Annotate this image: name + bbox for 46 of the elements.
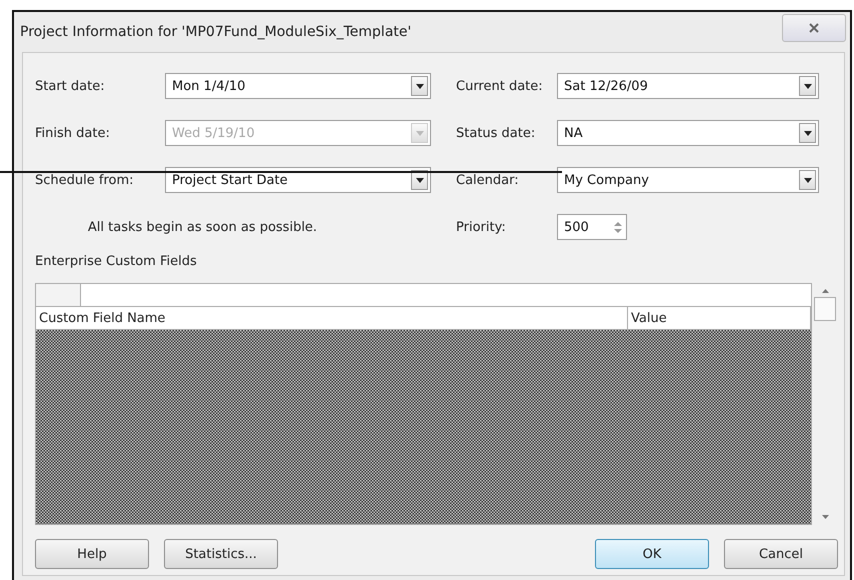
field-label: Calendar: — [455, 172, 520, 188]
schedule-note: All tasks begin as soon as possible. — [86, 220, 318, 234]
field-value: My Company — [563, 172, 650, 188]
column-header: Value — [628, 307, 812, 329]
caret-icon — [804, 130, 812, 136]
field-value: 500 — [563, 220, 590, 234]
section-label: Enterprise Custom Fields — [35, 254, 198, 269]
field-label: Schedule from: — [35, 172, 135, 188]
dialog-button[interactable]: Help — [35, 539, 149, 569]
caret-icon — [416, 130, 424, 136]
caret-icon — [804, 178, 812, 182]
scroll-up-icon[interactable] — [822, 289, 829, 293]
field-label: Current date: — [455, 78, 544, 94]
field-value: Project Start Date — [171, 172, 289, 188]
scroll-thumb[interactable] — [814, 297, 836, 321]
dialog-button[interactable]: Statistics... — [164, 539, 278, 569]
field-value: Mon 1/4/10 — [171, 78, 246, 94]
ok-button[interactable]: OK — [595, 539, 709, 569]
field-label: Priority: — [455, 220, 507, 234]
dropdown-button[interactable] — [799, 76, 816, 96]
dropdown-field[interactable]: My Company — [557, 167, 819, 193]
dropdown-field[interactable]: Mon 1/4/10 — [165, 73, 431, 99]
field-value: Wed 5/19/10 — [171, 126, 256, 140]
dropdown-button[interactable] — [799, 123, 816, 143]
caret-icon — [416, 178, 424, 182]
scroll-down-icon[interactable] — [822, 515, 829, 519]
close-icon — [809, 23, 819, 33]
dropdown-field[interactable]: NA — [557, 120, 819, 146]
field-label: Status date: — [455, 126, 536, 140]
field-label: Finish date: — [35, 126, 111, 140]
field-value: NA — [563, 126, 584, 140]
dropdown-button[interactable] — [411, 170, 428, 190]
dropdown-button[interactable] — [799, 170, 816, 190]
up-down-arrows-icon — [614, 220, 622, 234]
dropdown-field[interactable]: Sat 12/26/09 — [557, 73, 819, 99]
dropdown-field[interactable]: Project Start Date — [165, 167, 431, 193]
dialog-button[interactable]: Cancel — [724, 539, 838, 569]
field-label: Start date: — [35, 78, 106, 94]
column-header: Custom Field Name — [36, 307, 628, 329]
dropdown-button[interactable] — [411, 76, 428, 96]
field-value: Sat 12/26/09 — [563, 78, 649, 94]
caret-icon — [416, 84, 424, 88]
caret-icon — [804, 84, 812, 88]
window-title: Project Information for 'MP07Fund_ModuleSix_Template' — [20, 24, 412, 40]
spin-field[interactable]: 500 — [557, 214, 627, 240]
close-button[interactable] — [782, 14, 846, 42]
